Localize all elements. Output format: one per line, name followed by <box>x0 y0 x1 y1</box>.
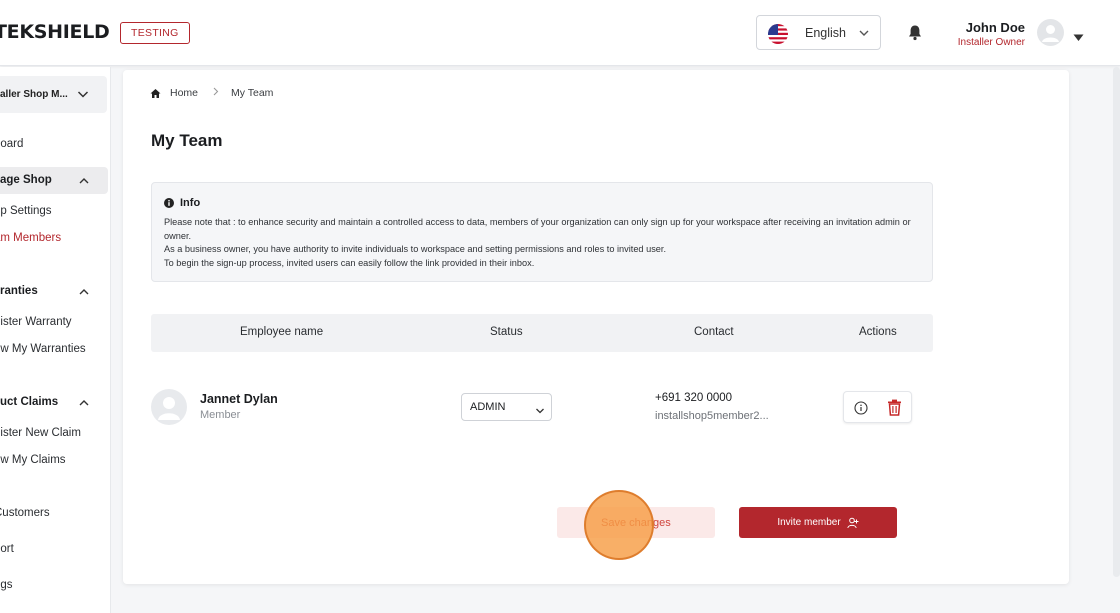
sidebar-section-product-claims[interactable]: uct Claims <box>0 389 108 416</box>
sidebar-item-dashboard[interactable]: board <box>0 138 23 150</box>
sidebar-item-support[interactable]: port <box>0 543 14 555</box>
language-select[interactable]: English <box>756 15 881 50</box>
sidebar-item-settings[interactable]: ngs <box>0 579 13 591</box>
info-line: To begin the sign-up process, invited us… <box>164 257 535 268</box>
status-value: ADMIN <box>470 401 506 413</box>
table-header: Employee name Status Contact Actions <box>151 314 933 352</box>
info-circle-icon[interactable] <box>854 401 868 420</box>
column-header-contact: Contact <box>694 326 734 338</box>
shop-selector[interactable]: aller Shop M... <box>0 76 107 113</box>
breadcrumb-home[interactable]: Home <box>170 87 198 99</box>
breadcrumb: Home My Team <box>150 87 273 99</box>
page-title: My Team <box>151 131 223 150</box>
info-title-text: Info <box>180 197 201 209</box>
user-role: Installer Owner <box>957 37 1025 48</box>
invite-member-label: Invite member <box>777 517 841 528</box>
contact-phone: +691 320 0000 <box>655 392 733 404</box>
save-changes-button[interactable]: Save changes <box>557 507 715 538</box>
shop-selector-label: aller Shop M... <box>0 89 68 100</box>
chevron-up-icon <box>78 286 90 301</box>
chevron-down-icon <box>76 87 90 106</box>
user-name: John Doe <box>965 20 1025 35</box>
sidebar-item-team-members[interactable]: am Members <box>0 232 61 244</box>
row-actions <box>843 391 912 423</box>
column-header-status: Status <box>490 326 523 338</box>
chevron-down-icon <box>858 26 870 44</box>
info-line: Please note that : to enhance security a… <box>164 217 911 241</box>
chevron-down-icon <box>535 403 545 421</box>
chevron-up-icon <box>78 175 90 190</box>
invite-member-button[interactable]: Invite member <box>739 507 897 538</box>
sidebar-section-label: ranties <box>0 285 38 297</box>
breadcrumb-current: My Team <box>231 87 274 99</box>
sidebar-item-register-new-claim[interactable]: gister New Claim <box>0 427 81 439</box>
employee-name: Jannet Dylan <box>200 392 278 406</box>
info-box: Info Please note that : to enhance secur… <box>151 182 933 282</box>
info-icon <box>164 198 174 208</box>
column-header-actions: Actions <box>859 326 897 338</box>
add-user-icon <box>846 517 859 528</box>
environment-badge: TESTING <box>120 22 190 44</box>
trash-icon[interactable] <box>887 399 902 421</box>
info-line: As a business owner, you have authority … <box>164 244 667 255</box>
table-row: Jannet Dylan Member ADMIN +691 320 0000 … <box>151 382 933 432</box>
member-avatar <box>151 389 187 425</box>
user-avatar[interactable] <box>1037 19 1064 46</box>
sidebar-item-register-warranty[interactable]: gister Warranty <box>0 316 72 328</box>
sidebar-section-manage-shop[interactable]: age Shop <box>0 167 108 194</box>
language-label: English <box>805 26 846 40</box>
column-header-employee-name: Employee name <box>240 326 324 338</box>
home-icon[interactable] <box>150 88 161 99</box>
contact-email: installshop5member2... <box>655 410 769 422</box>
sidebar-item-shop-settings[interactable]: op Settings <box>0 205 52 217</box>
page-scrollbar[interactable] <box>1113 67 1120 577</box>
info-text: Please note that : to enhance security a… <box>164 216 924 270</box>
sidebar-item-view-my-warranties[interactable]: ew My Warranties <box>0 343 86 355</box>
caret-down-icon[interactable] <box>1073 29 1084 47</box>
chevron-right-icon <box>212 87 219 99</box>
app-logo[interactable]: TEKSHIELD <box>0 21 110 43</box>
sidebar-section-label: uct Claims <box>0 396 59 408</box>
sidebar-section-warranties[interactable]: ranties <box>0 278 108 305</box>
sidebar-item-customers[interactable]: Customers <box>0 507 50 519</box>
top-header: TEKSHIELD TESTING English John Doe Insta… <box>0 0 1120 66</box>
us-flag-icon <box>768 24 788 44</box>
sidebar-item-view-my-claims[interactable]: ew My Claims <box>0 454 66 466</box>
info-title: Info <box>164 197 200 209</box>
sidebar-section-label: age Shop <box>0 174 52 186</box>
notification-bell-icon[interactable] <box>907 24 923 46</box>
employee-role: Member <box>200 409 241 421</box>
status-select[interactable]: ADMIN <box>461 393 552 421</box>
chevron-up-icon <box>78 397 90 412</box>
